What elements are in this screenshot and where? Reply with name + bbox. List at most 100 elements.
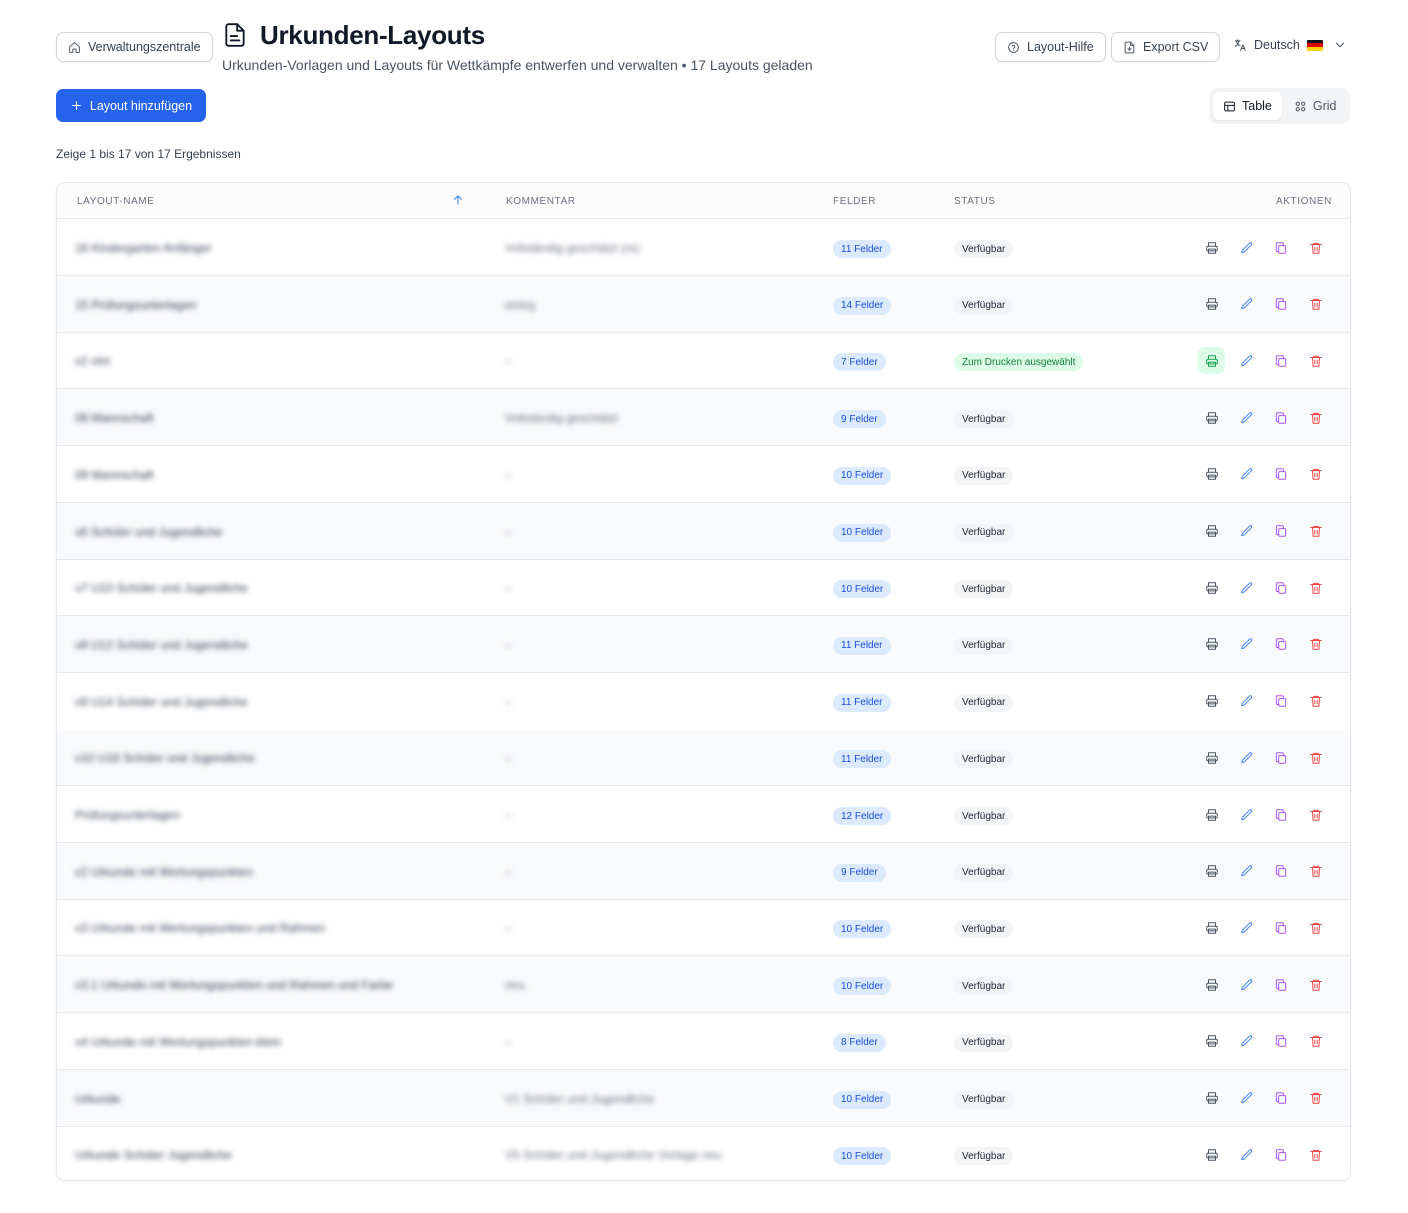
delete-button[interactable]	[1302, 631, 1329, 658]
grid-view-button[interactable]: Grid	[1284, 92, 1347, 120]
edit-button[interactable]	[1233, 971, 1260, 998]
layout-name-cell[interactable]: 15 Prüfungsunterlagen	[75, 298, 196, 312]
comment-cell: –	[505, 864, 512, 879]
layout-name-cell[interactable]: v4 Urkunde mit Wertungspunkten klein	[75, 1035, 281, 1049]
delete-button[interactable]	[1302, 461, 1329, 488]
print-button[interactable]	[1198, 1028, 1225, 1055]
layout-name-cell[interactable]: v10 U16 Schüler und Jugendliche	[75, 751, 254, 765]
layout-name-cell[interactable]: v3.1 Urkunde mit Wertungspunkten und Rah…	[75, 978, 393, 992]
copy-button[interactable]	[1267, 801, 1294, 828]
print-button[interactable]	[1198, 801, 1225, 828]
print-button[interactable]	[1198, 461, 1225, 488]
column-header-layout-name[interactable]: Layout-Name	[77, 196, 155, 207]
delete-button[interactable]	[1302, 291, 1329, 318]
print-button[interactable]	[1198, 291, 1225, 318]
print-button[interactable]	[1198, 518, 1225, 545]
copy-button[interactable]	[1267, 858, 1294, 885]
edit-button[interactable]	[1233, 801, 1260, 828]
layout-name-cell[interactable]: v2 clnt	[75, 354, 110, 368]
copy-button[interactable]	[1267, 631, 1294, 658]
layout-name-cell[interactable]: 08 Mannschaft	[75, 411, 154, 425]
delete-button[interactable]	[1302, 688, 1329, 715]
table-row: v8 U12 Schüler und Jugendliche – 11 Feld…	[57, 615, 1350, 673]
delete-button[interactable]	[1302, 858, 1329, 885]
layout-name-cell[interactable]: v6 Schüler und Jugendliche	[75, 525, 222, 539]
delete-button[interactable]	[1302, 1141, 1329, 1168]
edit-button[interactable]	[1233, 574, 1260, 601]
layout-name-cell[interactable]: v2 Urkunde mit Wertungspunkten	[75, 865, 253, 879]
copy-button[interactable]	[1267, 1085, 1294, 1112]
export-csv-button[interactable]: Export CSV	[1111, 32, 1221, 62]
edit-button[interactable]	[1233, 858, 1260, 885]
copy-button[interactable]	[1267, 688, 1294, 715]
edit-button[interactable]	[1233, 1085, 1260, 1112]
language-label: Deutsch	[1254, 38, 1300, 52]
print-button[interactable]	[1198, 574, 1225, 601]
copy-button[interactable]	[1267, 461, 1294, 488]
print-button[interactable]	[1198, 914, 1225, 941]
delete-button[interactable]	[1302, 518, 1329, 545]
edit-button[interactable]	[1233, 347, 1260, 374]
copy-button[interactable]	[1267, 518, 1294, 545]
copy-button[interactable]	[1267, 1028, 1294, 1055]
copy-button[interactable]	[1267, 1141, 1294, 1168]
layout-name-cell[interactable]: v9 U14 Schüler und Jugendliche	[75, 695, 248, 709]
comment-cell: –	[505, 581, 512, 596]
edit-button[interactable]	[1233, 744, 1260, 771]
layout-name-cell[interactable]: v7 U10 Schüler und Jugendliche	[75, 581, 248, 595]
delete-button[interactable]	[1302, 1028, 1329, 1055]
print-button[interactable]	[1198, 1141, 1225, 1168]
copy-icon	[1275, 298, 1286, 310]
delete-button[interactable]	[1302, 744, 1329, 771]
copy-button[interactable]	[1267, 234, 1294, 261]
home-button[interactable]: Verwaltungszentrale	[56, 32, 213, 62]
trash-icon	[1309, 979, 1322, 991]
edit-button[interactable]	[1233, 234, 1260, 261]
delete-button[interactable]	[1302, 971, 1329, 998]
layout-name-cell[interactable]: v8 U12 Schüler und Jugendliche	[75, 638, 248, 652]
print-button[interactable]	[1198, 234, 1225, 261]
edit-button[interactable]	[1233, 1028, 1260, 1055]
print-button[interactable]	[1198, 858, 1225, 885]
print-button[interactable]	[1198, 1085, 1225, 1112]
copy-button[interactable]	[1267, 971, 1294, 998]
edit-button[interactable]	[1233, 404, 1260, 431]
table-view-button[interactable]: Table	[1213, 92, 1282, 120]
copy-button[interactable]	[1267, 574, 1294, 601]
copy-button[interactable]	[1267, 291, 1294, 318]
copy-button[interactable]	[1267, 347, 1294, 374]
delete-button[interactable]	[1302, 914, 1329, 941]
edit-button[interactable]	[1233, 914, 1260, 941]
print-button[interactable]	[1198, 404, 1225, 431]
print-button[interactable]	[1198, 744, 1225, 771]
delete-button[interactable]	[1302, 1085, 1329, 1112]
add-layout-button[interactable]: Layout hinzufügen	[56, 89, 206, 122]
layout-name-cell[interactable]: Urkunde Schüler Jugendliche	[75, 1148, 232, 1162]
delete-button[interactable]	[1302, 234, 1329, 261]
print-button[interactable]	[1198, 688, 1225, 715]
layout-name-cell[interactable]: v3 Urkunde mit Wertungspunkten und Rahme…	[75, 921, 325, 935]
arrow-up-icon[interactable]	[451, 193, 465, 207]
copy-button[interactable]	[1267, 744, 1294, 771]
copy-button[interactable]	[1267, 404, 1294, 431]
edit-button[interactable]	[1233, 518, 1260, 545]
edit-button[interactable]	[1233, 688, 1260, 715]
layout-name-cell[interactable]: 09 Mannschaft	[75, 468, 154, 482]
edit-button[interactable]	[1233, 1141, 1260, 1168]
edit-button[interactable]	[1233, 631, 1260, 658]
copy-button[interactable]	[1267, 914, 1294, 941]
delete-button[interactable]	[1302, 347, 1329, 374]
delete-button[interactable]	[1302, 801, 1329, 828]
edit-button[interactable]	[1233, 461, 1260, 488]
delete-button[interactable]	[1302, 574, 1329, 601]
print-button[interactable]	[1198, 971, 1225, 998]
layout-name-cell[interactable]: Urkunde	[75, 1092, 120, 1106]
edit-button[interactable]	[1233, 291, 1260, 318]
print-button[interactable]	[1198, 631, 1225, 658]
print-button[interactable]	[1198, 347, 1225, 375]
layout-name-cell[interactable]: Prüfungsunterlagen	[75, 808, 180, 822]
layout-name-cell[interactable]: 16 Kindergarten Anfänger	[75, 241, 212, 255]
delete-button[interactable]	[1302, 404, 1329, 431]
language-selector[interactable]: Deutsch	[1233, 38, 1347, 52]
layout-help-button[interactable]: Layout-Hilfe	[995, 32, 1106, 62]
